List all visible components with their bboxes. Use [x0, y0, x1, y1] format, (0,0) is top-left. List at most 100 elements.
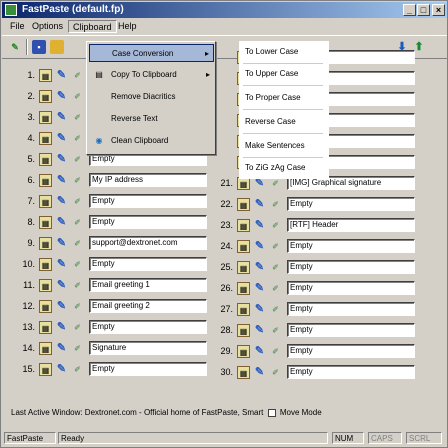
document-icon[interactable]: ✐	[269, 240, 282, 253]
edit-icon[interactable]: ✎	[55, 153, 68, 166]
paste-icon[interactable]: ▦	[39, 237, 52, 250]
save-icon[interactable]: ▪	[32, 40, 46, 54]
edit-icon[interactable]: ✎	[253, 282, 266, 295]
document-icon[interactable]: ✐	[71, 363, 84, 376]
menu-options[interactable]: Options	[28, 20, 67, 33]
slot-field[interactable]: Email greeting 2	[89, 299, 207, 313]
document-icon[interactable]: ✐	[71, 300, 84, 313]
submenu-item-lower-case[interactable]: To Lower Case	[245, 43, 298, 61]
slot-field[interactable]: Empty	[287, 323, 415, 337]
edit-icon[interactable]: ✎	[253, 324, 266, 337]
slot-field[interactable]: Empty	[89, 320, 207, 334]
slot-field[interactable]: Email greeting 1	[89, 278, 207, 292]
edit-icon[interactable]: ✎	[55, 321, 68, 334]
edit-icon[interactable]: ✎	[55, 342, 68, 355]
document-icon[interactable]: ✐	[269, 261, 282, 274]
maximize-button[interactable]: □	[417, 4, 430, 16]
paste-icon[interactable]: ▦	[237, 240, 250, 253]
paste-icon[interactable]: ▦	[39, 90, 52, 103]
edit-icon[interactable]: ✎	[253, 198, 266, 211]
slot-field[interactable]: Empty	[287, 302, 415, 316]
paste-icon[interactable]: ▦	[39, 132, 52, 145]
document-icon[interactable]: ✐	[71, 237, 84, 250]
minimize-button[interactable]: _	[403, 4, 416, 16]
document-icon[interactable]: ✐	[71, 321, 84, 334]
edit-icon[interactable]: ✎	[55, 90, 68, 103]
edit-icon[interactable]: ✎	[55, 174, 68, 187]
menu-clipboard[interactable]: Clipboard	[68, 20, 117, 33]
edit-icon[interactable]: ✎	[55, 132, 68, 145]
slot-field[interactable]: My IP address	[89, 173, 207, 187]
document-icon[interactable]: ✐	[71, 69, 84, 82]
document-icon[interactable]: ✐	[71, 111, 84, 124]
document-icon[interactable]: ✐	[269, 219, 282, 232]
submenu-item-proper-case[interactable]: To Proper Case	[245, 89, 301, 107]
document-icon[interactable]: ✐	[71, 342, 84, 355]
edit-icon[interactable]: ✎	[55, 111, 68, 124]
close-button[interactable]: ×	[432, 4, 445, 16]
menu-help[interactable]: Help	[114, 20, 141, 33]
document-icon[interactable]: ✐	[269, 366, 282, 379]
slot-field[interactable]: Signature	[89, 341, 207, 355]
menu-item-copy-to-clipboard[interactable]: ▤ Copy To Clipboard ▸	[89, 66, 214, 84]
document-icon[interactable]: ✐	[71, 174, 84, 187]
paste-icon[interactable]: ▦	[39, 216, 52, 229]
pin-icon[interactable]: ✎	[8, 40, 22, 54]
document-icon[interactable]: ✐	[71, 216, 84, 229]
submenu-item-reverse-case[interactable]: Reverse Case	[245, 113, 296, 131]
edit-icon[interactable]: ✎	[55, 258, 68, 271]
menu-item-reverse-text[interactable]: Reverse Text	[89, 110, 214, 128]
document-icon[interactable]: ✐	[71, 279, 84, 292]
paste-icon[interactable]: ▦	[237, 219, 250, 232]
paste-icon[interactable]: ▦	[237, 324, 250, 337]
paste-icon[interactable]: ▦	[39, 174, 52, 187]
slot-field[interactable]: Empty	[287, 344, 415, 358]
paste-icon[interactable]: ▦	[39, 342, 52, 355]
edit-icon[interactable]: ✎	[55, 195, 68, 208]
edit-icon[interactable]: ✎	[253, 366, 266, 379]
document-icon[interactable]: ✐	[71, 90, 84, 103]
paste-icon[interactable]: ▦	[237, 198, 250, 211]
paste-icon[interactable]: ▦	[237, 282, 250, 295]
open-folder-icon[interactable]	[50, 40, 64, 54]
document-icon[interactable]: ✐	[71, 153, 84, 166]
paste-icon[interactable]: ▦	[39, 279, 52, 292]
menu-item-clean-clipboard[interactable]: ◉ Clean Clipboard	[89, 132, 214, 150]
slot-field[interactable]: Empty	[89, 215, 207, 229]
edit-icon[interactable]: ✎	[55, 69, 68, 82]
move-mode-checkbox[interactable]	[267, 408, 276, 417]
paste-icon[interactable]: ▦	[237, 303, 250, 316]
edit-icon[interactable]: ✎	[253, 261, 266, 274]
submenu-item-upper-case[interactable]: To Upper Case	[245, 65, 298, 83]
edit-icon[interactable]: ✎	[55, 279, 68, 292]
document-icon[interactable]: ✐	[269, 198, 282, 211]
slot-field[interactable]: Empty	[287, 260, 415, 274]
slot-field[interactable]: Empty	[287, 239, 415, 253]
slot-field[interactable]: Empty	[89, 194, 207, 208]
slot-field[interactable]: Empty	[287, 365, 415, 379]
paste-icon[interactable]: ▦	[237, 345, 250, 358]
paste-icon[interactable]: ▦	[39, 195, 52, 208]
submenu-item-make-sentences[interactable]: Make Sentences	[245, 137, 305, 155]
slot-field[interactable]: Empty	[89, 362, 207, 376]
edit-icon[interactable]: ✎	[253, 240, 266, 253]
document-icon[interactable]: ✐	[71, 195, 84, 208]
paste-icon[interactable]: ▦	[39, 69, 52, 82]
edit-icon[interactable]: ✎	[55, 363, 68, 376]
document-icon[interactable]: ✐	[269, 324, 282, 337]
paste-icon[interactable]: ▦	[39, 111, 52, 124]
paste-icon[interactable]: ▦	[39, 258, 52, 271]
document-icon[interactable]: ✐	[71, 132, 84, 145]
paste-icon[interactable]: ▦	[237, 261, 250, 274]
paste-icon[interactable]: ▦	[39, 321, 52, 334]
document-icon[interactable]: ✐	[269, 345, 282, 358]
slot-field[interactable]: support@dextronet.com	[89, 236, 207, 250]
menu-file[interactable]: File	[6, 20, 29, 33]
document-icon[interactable]: ✐	[71, 258, 84, 271]
paste-icon[interactable]: ▦	[39, 363, 52, 376]
edit-icon[interactable]: ✎	[253, 219, 266, 232]
paste-icon[interactable]: ▦	[39, 300, 52, 313]
slot-field[interactable]: Empty	[89, 257, 207, 271]
edit-icon[interactable]: ✎	[55, 216, 68, 229]
edit-icon[interactable]: ✎	[253, 345, 266, 358]
